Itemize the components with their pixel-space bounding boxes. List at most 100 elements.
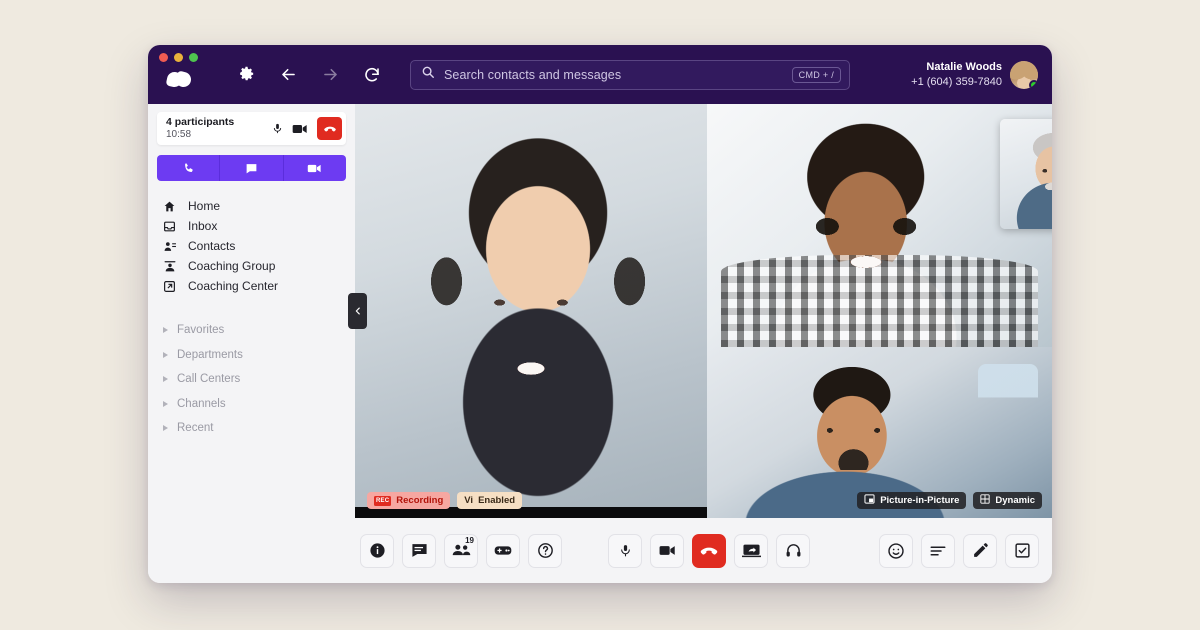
sidebar-group-label: Recent bbox=[177, 422, 213, 434]
sidebar-group-label: Departments bbox=[177, 349, 243, 361]
sidebar-item-label: Coaching Group bbox=[188, 259, 275, 273]
pip-icon bbox=[864, 494, 875, 507]
forward-arrow-icon[interactable] bbox=[320, 65, 340, 85]
reload-icon[interactable] bbox=[362, 65, 382, 85]
camera-icon[interactable] bbox=[292, 123, 308, 135]
headset-button[interactable] bbox=[776, 534, 810, 568]
close-window-button[interactable] bbox=[159, 53, 168, 62]
control-group-right bbox=[879, 534, 1039, 568]
call-duration: 10:58 bbox=[166, 129, 234, 142]
avatar[interactable] bbox=[1010, 61, 1038, 89]
dynamic-layout-badge-label: Dynamic bbox=[995, 495, 1035, 506]
sidebar-group-channels[interactable]: Channels bbox=[148, 392, 355, 417]
search-input[interactable]: Search contacts and messages bbox=[444, 68, 783, 82]
call-control-bar: 19 bbox=[148, 518, 1052, 583]
user-name: Natalie Woods bbox=[911, 60, 1002, 75]
topbar-nav bbox=[236, 65, 382, 85]
sidebar-group-recent[interactable]: Recent bbox=[148, 416, 355, 441]
chat-button[interactable] bbox=[402, 534, 436, 568]
chevron-right-icon bbox=[163, 401, 168, 407]
sidebar-groups: Favorites Departments Call Centers Chann… bbox=[148, 318, 355, 441]
window-traffic-lights[interactable] bbox=[159, 53, 198, 62]
stage-badges-left: REC Recording Vi Enabled bbox=[367, 492, 522, 509]
mute-button[interactable] bbox=[608, 534, 642, 568]
vi-enabled-badge[interactable]: Vi Enabled bbox=[457, 492, 522, 509]
coaching-group-icon bbox=[162, 260, 177, 273]
phone-call-button[interactable] bbox=[157, 155, 220, 181]
chevron-right-icon bbox=[163, 327, 168, 333]
sidebar-group-label: Call Centers bbox=[177, 373, 240, 385]
transcript-button[interactable] bbox=[921, 534, 955, 568]
dynamic-layout-badge[interactable]: Dynamic bbox=[973, 492, 1042, 509]
vi-enabled-badge-label: Enabled bbox=[478, 495, 515, 506]
picture-in-picture-badge[interactable]: Picture-in-Picture bbox=[857, 492, 966, 509]
end-call-button[interactable] bbox=[692, 534, 726, 568]
sidebar-item-label: Contacts bbox=[188, 239, 235, 253]
inbox-icon bbox=[162, 220, 177, 233]
screen-share-button[interactable] bbox=[734, 534, 768, 568]
external-link-icon bbox=[162, 280, 177, 293]
participants-count-badge: 19 bbox=[465, 536, 474, 545]
back-arrow-icon[interactable] bbox=[278, 65, 298, 85]
vi-mark-label: Vi bbox=[464, 495, 473, 506]
presence-indicator bbox=[1029, 80, 1038, 89]
chevron-right-icon bbox=[163, 352, 168, 358]
maximize-window-button[interactable] bbox=[189, 53, 198, 62]
contacts-icon bbox=[162, 240, 177, 253]
user-profile[interactable]: Natalie Woods +1 (604) 359-7840 bbox=[911, 60, 1038, 90]
sidebar-group-call-centers[interactable]: Call Centers bbox=[148, 367, 355, 392]
recording-badge-label: Recording bbox=[396, 495, 443, 506]
sidebar-item-label: Inbox bbox=[188, 219, 217, 233]
sidebar-item-contacts[interactable]: Contacts bbox=[148, 236, 355, 256]
chevron-right-icon bbox=[163, 425, 168, 431]
games-button[interactable] bbox=[486, 534, 520, 568]
message-button[interactable] bbox=[220, 155, 283, 181]
grid-icon bbox=[980, 494, 990, 507]
sidebar-item-home[interactable]: Home bbox=[148, 196, 355, 216]
sidebar-item-label: Home bbox=[188, 199, 220, 213]
call-participants-count: 4 participants bbox=[166, 116, 234, 129]
help-button[interactable] bbox=[528, 534, 562, 568]
sidebar-item-coaching-group[interactable]: Coaching Group bbox=[148, 256, 355, 276]
video-call-button[interactable] bbox=[284, 155, 346, 181]
chat-bubbles-logo bbox=[166, 65, 196, 95]
microphone-icon[interactable] bbox=[272, 121, 283, 136]
video-stage: REC Recording Vi Enabled Pictur bbox=[355, 104, 1052, 518]
sidebar-item-coaching-center[interactable]: Coaching Center bbox=[148, 276, 355, 296]
camera-button[interactable] bbox=[650, 534, 684, 568]
tasks-button[interactable] bbox=[1005, 534, 1039, 568]
sidebar: 4 participants 10:58 bbox=[148, 104, 355, 518]
sidebar-item-inbox[interactable]: Inbox bbox=[148, 216, 355, 236]
app-window: Search contacts and messages CMD + / Nat… bbox=[148, 45, 1052, 583]
annotate-button[interactable] bbox=[963, 534, 997, 568]
picture-in-picture-badge-label: Picture-in-Picture bbox=[880, 495, 959, 506]
hangup-button[interactable] bbox=[317, 117, 342, 140]
sidebar-collapse-handle[interactable] bbox=[348, 293, 367, 329]
sidebar-item-label: Coaching Center bbox=[188, 279, 278, 293]
sidebar-nav-list: Home Inbox Contacts bbox=[148, 196, 355, 296]
video-tile-pip[interactable] bbox=[1000, 119, 1052, 229]
control-group-left: 19 bbox=[360, 534, 562, 568]
stage-badges-right: Picture-in-Picture Dynamic bbox=[857, 492, 1042, 509]
sidebar-group-label: Channels bbox=[177, 398, 226, 410]
search-icon bbox=[421, 65, 435, 84]
minimize-window-button[interactable] bbox=[174, 53, 183, 62]
participants-button[interactable]: 19 bbox=[444, 534, 478, 568]
search-bar[interactable]: Search contacts and messages CMD + / bbox=[410, 60, 850, 90]
quick-actions bbox=[157, 155, 346, 181]
sidebar-group-departments[interactable]: Departments bbox=[148, 343, 355, 368]
video-tile-main[interactable] bbox=[355, 104, 707, 507]
titlebar: Search contacts and messages CMD + / Nat… bbox=[148, 45, 1052, 104]
sidebar-group-label: Favorites bbox=[177, 324, 224, 336]
app-body: 4 participants 10:58 bbox=[148, 104, 1052, 518]
control-group-center bbox=[608, 534, 810, 568]
recording-badge[interactable]: REC Recording bbox=[367, 492, 450, 509]
reactions-button[interactable] bbox=[879, 534, 913, 568]
call-info-button[interactable] bbox=[360, 534, 394, 568]
chevron-right-icon bbox=[163, 376, 168, 382]
settings-gear-icon[interactable] bbox=[236, 65, 256, 85]
sidebar-group-favorites[interactable]: Favorites bbox=[148, 318, 355, 343]
search-shortcut-hint: CMD + / bbox=[792, 67, 841, 83]
user-phone: +1 (604) 359-7840 bbox=[911, 75, 1002, 90]
active-call-card[interactable]: 4 participants 10:58 bbox=[157, 112, 346, 145]
